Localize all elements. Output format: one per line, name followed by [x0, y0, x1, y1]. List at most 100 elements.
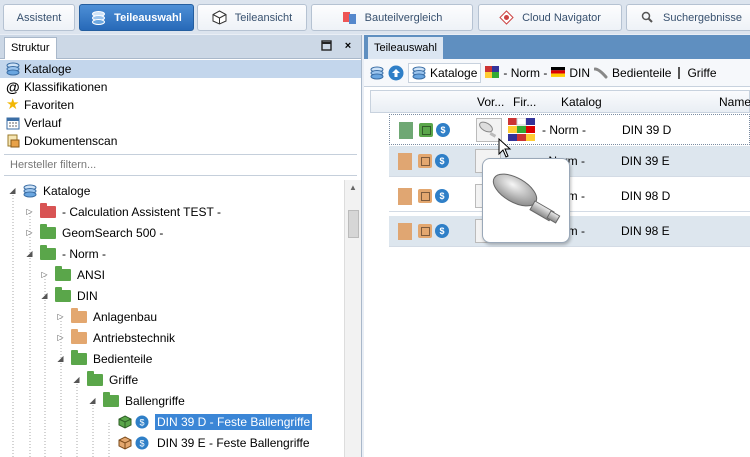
compare-icon	[342, 10, 357, 25]
tree-node-kataloge[interactable]: ◢ Kataloge	[8, 180, 90, 201]
nav-item-label: Dokumentenscan	[24, 134, 118, 148]
tree-node-geomsearch[interactable]: ▷ GeomSearch 500 -	[25, 222, 163, 243]
expand-arrow-icon[interactable]: ▷	[56, 312, 65, 321]
collapse-arrow-icon[interactable]: ◢	[40, 291, 49, 300]
tree-node-calculation-assistent[interactable]: ▷ - Calculation Assistent TEST -	[25, 201, 221, 222]
maximize-icon[interactable]	[320, 40, 332, 52]
tree-node-label: - Calculation Assistent TEST -	[62, 204, 221, 219]
tree-node-label: Griffe	[109, 372, 139, 387]
ball-handle-image	[492, 173, 561, 224]
close-icon[interactable]: ×	[342, 40, 354, 52]
column-header-preview[interactable]: Vor...	[477, 95, 504, 109]
structure-panel: Struktur × Kataloge @ Klassifikationen ★…	[0, 35, 362, 457]
collapse-arrow-icon[interactable]: ◢	[88, 396, 97, 405]
tree-node-antriebstechnik[interactable]: ▷ Antriebstechnik	[56, 327, 175, 348]
catalog-icon	[6, 62, 20, 76]
expand-arrow-icon[interactable]: ▷	[25, 207, 34, 216]
breadcrumb-label: Kataloge	[430, 65, 478, 80]
calendar-icon	[6, 116, 20, 130]
tree-node-label: Bedienteile	[93, 351, 153, 366]
nav-item-label: Favoriten	[24, 98, 75, 112]
breadcrumb-item-bedienteile[interactable]: Bedienteile	[593, 65, 672, 80]
name-cell: DIN 98 D	[621, 189, 671, 203]
catalog-icon[interactable]	[370, 66, 384, 80]
tree-node-din39d[interactable]: $ DIN 39 D - Feste Ballengriffe	[118, 411, 313, 432]
breadcrumb-item-din[interactable]: DIN	[551, 66, 590, 80]
part-view-icon	[212, 10, 227, 25]
price-icon: $	[435, 224, 449, 238]
expand-arrow-icon[interactable]: ▷	[40, 270, 49, 279]
cube-icon	[419, 123, 433, 137]
tree-node-bedienteile[interactable]: ◢ Bedienteile	[56, 348, 152, 369]
nav-item-verlauf[interactable]: Verlauf	[0, 114, 361, 132]
panel-tab-label: Teileauswahl	[374, 42, 437, 54]
tab-bauteilvergleich[interactable]: Bauteilvergleich	[311, 4, 473, 31]
tab-struktur[interactable]: Struktur	[4, 36, 57, 59]
tree-node-label: DIN 39 E - Feste Ballengriffe	[157, 435, 310, 450]
grip-icon	[675, 66, 683, 80]
status-indicator	[398, 153, 412, 170]
tab-teileauswahl-panel[interactable]: Teileauswahl	[368, 37, 443, 59]
name-cell: DIN 98 E	[621, 224, 670, 238]
tree-node-ballengriffe[interactable]: ◢ Ballengriffe	[88, 390, 185, 411]
price-icon: $	[135, 415, 149, 429]
nav-item-label: Verlauf	[24, 116, 62, 130]
star-icon: ★	[6, 96, 20, 113]
breadcrumb-item-norm[interactable]: - Norm -	[485, 65, 548, 80]
breadcrumb-label: Bedienteile	[612, 65, 672, 80]
breadcrumb-label: Griffe	[687, 65, 717, 80]
column-header-manufacturer[interactable]: Fir...	[513, 95, 536, 109]
name-cell: DIN 39 D	[622, 123, 672, 137]
tree-node-label: GeomSearch 500 -	[62, 225, 164, 240]
nav-list: Kataloge @ Klassifikationen ★ Favoriten …	[0, 59, 361, 150]
breadcrumb-label: - Norm -	[503, 65, 548, 80]
folder-open-icon	[71, 349, 87, 365]
nav-item-dokumentenscan[interactable]: Dokumentenscan	[0, 132, 361, 150]
breadcrumb: Kataloge - Norm - DIN Bedienteile Griffe	[364, 59, 750, 87]
tree-node-ansi[interactable]: ▷ ANSI	[40, 264, 105, 285]
tab-assistent[interactable]: Assistent	[3, 4, 75, 31]
scrollbar-thumb[interactable]	[348, 210, 359, 238]
expand-arrow-icon[interactable]: ▷	[25, 228, 34, 237]
tree-node-norm[interactable]: ◢ - Norm -	[25, 243, 106, 264]
panel-tab-label: Struktur	[11, 42, 50, 54]
tree-scrollbar[interactable]: ▲	[344, 180, 361, 457]
cube-icon	[418, 224, 432, 238]
nav-item-kataloge[interactable]: Kataloge	[0, 60, 361, 78]
folder-open-icon	[87, 370, 103, 386]
tree-node-din39e[interactable]: $ DIN 39 E - Feste Ballengriffe	[118, 432, 310, 453]
tree-node-griffe[interactable]: ◢ Griffe	[72, 369, 138, 390]
column-header-catalog[interactable]: Katalog	[561, 95, 602, 109]
tab-cloud-navigator[interactable]: Cloud Navigator	[478, 4, 622, 31]
tree-node-din[interactable]: ◢ DIN	[40, 285, 98, 306]
name-cell: DIN 39 E	[621, 154, 670, 168]
nav-item-label: Klassifikationen	[24, 80, 108, 94]
folder-icon	[40, 223, 56, 239]
tab-teileauswahl[interactable]: Teileauswahl	[79, 4, 194, 31]
table-row[interactable]: $ - Norm - DIN 39 D	[389, 114, 750, 145]
price-icon: $	[435, 154, 449, 168]
nav-item-klassifikationen[interactable]: @ Klassifikationen	[0, 78, 361, 96]
up-arrow-icon[interactable]	[388, 65, 404, 81]
column-header-name[interactable]: Name	[719, 95, 750, 109]
folder-open-icon	[55, 286, 71, 302]
tab-teileansicht[interactable]: Teileansicht	[197, 4, 307, 31]
expand-arrow-icon[interactable]: ▷	[56, 333, 65, 342]
tree-node-label: Kataloge	[43, 183, 91, 198]
status-indicator	[398, 223, 412, 240]
tab-label: Teileauswahl	[114, 11, 182, 24]
tab-suchergebnisse[interactable]: Suchergebnisse	[626, 4, 750, 31]
breadcrumb-item-kataloge[interactable]: Kataloge	[408, 62, 482, 83]
manufacturer-filter-input[interactable]: Hersteller filtern...	[4, 154, 357, 176]
catalog-tree: ◢ Kataloge ▷ - Calculation Assistent TES…	[0, 180, 344, 457]
collapse-arrow-icon[interactable]: ◢	[8, 186, 17, 195]
scroll-up-icon[interactable]: ▲	[345, 180, 361, 196]
tab-label: Teileansicht	[234, 11, 293, 24]
nav-item-favoriten[interactable]: ★ Favoriten	[0, 96, 361, 114]
catalog-cell: - Norm -	[542, 123, 586, 137]
breadcrumb-item-griffe[interactable]: Griffe	[675, 65, 717, 80]
collapse-arrow-icon[interactable]: ◢	[72, 375, 81, 384]
tree-node-anlagenbau[interactable]: ▷ Anlagenbau	[56, 306, 157, 327]
collapse-arrow-icon[interactable]: ◢	[56, 354, 65, 363]
collapse-arrow-icon[interactable]: ◢	[25, 249, 34, 258]
